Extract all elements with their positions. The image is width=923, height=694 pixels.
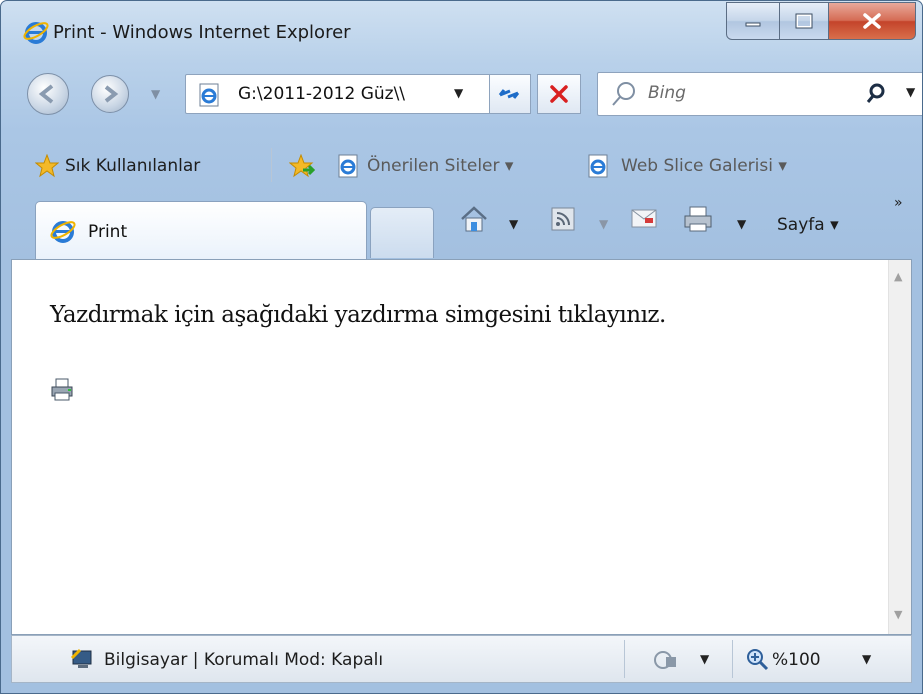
zone-status-text: Bilgisayar | Korumalı Mod: Kapalı [104, 650, 384, 670]
computer-icon [70, 648, 92, 668]
caption-buttons [726, 2, 916, 40]
add-favorites-icon[interactable] [289, 154, 315, 178]
maximize-button[interactable] [780, 2, 829, 40]
scroll-down-arrow[interactable]: ▼ [894, 608, 902, 621]
refresh-button[interactable] [489, 74, 531, 114]
tab-row: Print ▼ ▼ ▼ Sayfa ▾ » [1, 193, 922, 260]
status-separator-1 [624, 640, 625, 678]
status-separator-2 [732, 640, 733, 678]
forward-button[interactable] [91, 75, 129, 113]
ie-window: Print - Windows Internet Explorer ▼ G:\2… [0, 0, 923, 694]
protected-mode-icon[interactable] [652, 648, 682, 672]
navigation-bar: ▼ G:\2011-2012 Güz\\ ▼ Bing ▼ [1, 59, 922, 131]
address-text: G:\2011-2012 Güz\\ [238, 84, 406, 104]
close-button[interactable] [829, 2, 916, 40]
tab-print[interactable]: Print [35, 201, 367, 260]
search-box[interactable]: Bing ▼ [597, 72, 922, 116]
web-slice-gallery-link[interactable]: Web Slice Galerisi ▾ [621, 156, 787, 176]
recent-pages-dropdown[interactable]: ▼ [151, 87, 160, 101]
favorites-star-icon [35, 154, 59, 178]
feeds-dropdown[interactable]: ▼ [599, 217, 608, 231]
print-toolbar-icon[interactable] [683, 205, 713, 233]
refresh-icon [498, 89, 520, 99]
back-button[interactable] [27, 73, 69, 115]
address-bar[interactable]: G:\2011-2012 Güz\\ ▼ [185, 74, 527, 114]
protected-mode-dropdown[interactable]: ▼ [700, 652, 709, 666]
search-options-dropdown[interactable]: ▼ [906, 85, 915, 99]
mail-icon[interactable] [631, 209, 657, 229]
page-icon [199, 83, 219, 107]
title-bar: Print - Windows Internet Explorer [1, 1, 922, 59]
scroll-up-arrow[interactable]: ▲ [894, 270, 902, 283]
vertical-scrollbar[interactable]: ▲ ▼ [888, 260, 911, 634]
page-menu[interactable]: Sayfa ▾ [777, 215, 839, 235]
print-dropdown[interactable]: ▼ [737, 217, 746, 231]
home-dropdown[interactable]: ▼ [509, 217, 518, 231]
minimize-icon [745, 22, 761, 27]
suggested-sites-link[interactable]: Önerilen Siteler ▾ [367, 156, 513, 176]
feeds-icon[interactable] [551, 207, 575, 231]
bing-search-icon [612, 82, 635, 106]
maximize-icon [795, 13, 813, 29]
print-icon[interactable] [50, 378, 74, 402]
page-content: Yazdırmak için aşağıdaki yazdırma simges… [11, 259, 912, 635]
forward-icon [104, 85, 119, 103]
back-icon [38, 84, 54, 104]
address-dropdown[interactable]: ▼ [454, 86, 463, 100]
ie-logo-icon [23, 22, 49, 44]
favorites-bar: Sık Kullanılanlar Önerilen Siteler ▾ Web… [1, 132, 922, 192]
new-tab-button[interactable] [370, 207, 434, 258]
zoom-icon[interactable] [746, 648, 770, 672]
zoom-level[interactable]: %100 [772, 650, 821, 670]
toolbar-overflow-chevron[interactable]: » [894, 195, 903, 211]
print-instruction-text: Yazdırmak için aşağıdaki yazdırma simges… [50, 302, 666, 328]
tab-label: Print [88, 222, 128, 242]
stop-icon [550, 85, 568, 103]
suggested-sites-icon [338, 154, 358, 178]
close-icon [863, 13, 881, 29]
window-title: Print - Windows Internet Explorer [53, 22, 351, 43]
home-icon[interactable] [459, 205, 489, 233]
minimize-button[interactable] [726, 2, 780, 40]
search-placeholder: Bing [648, 83, 686, 103]
favorites-separator [271, 148, 272, 182]
favorites-button[interactable]: Sık Kullanılanlar [65, 156, 200, 176]
status-bar: Bilgisayar | Korumalı Mod: Kapalı ▼ %100… [11, 635, 912, 683]
zoom-dropdown[interactable]: ▼ [862, 652, 871, 666]
stop-button[interactable] [537, 74, 581, 114]
web-slice-icon [588, 154, 608, 178]
search-icon[interactable] [866, 83, 888, 105]
ie-tab-icon [50, 221, 76, 243]
